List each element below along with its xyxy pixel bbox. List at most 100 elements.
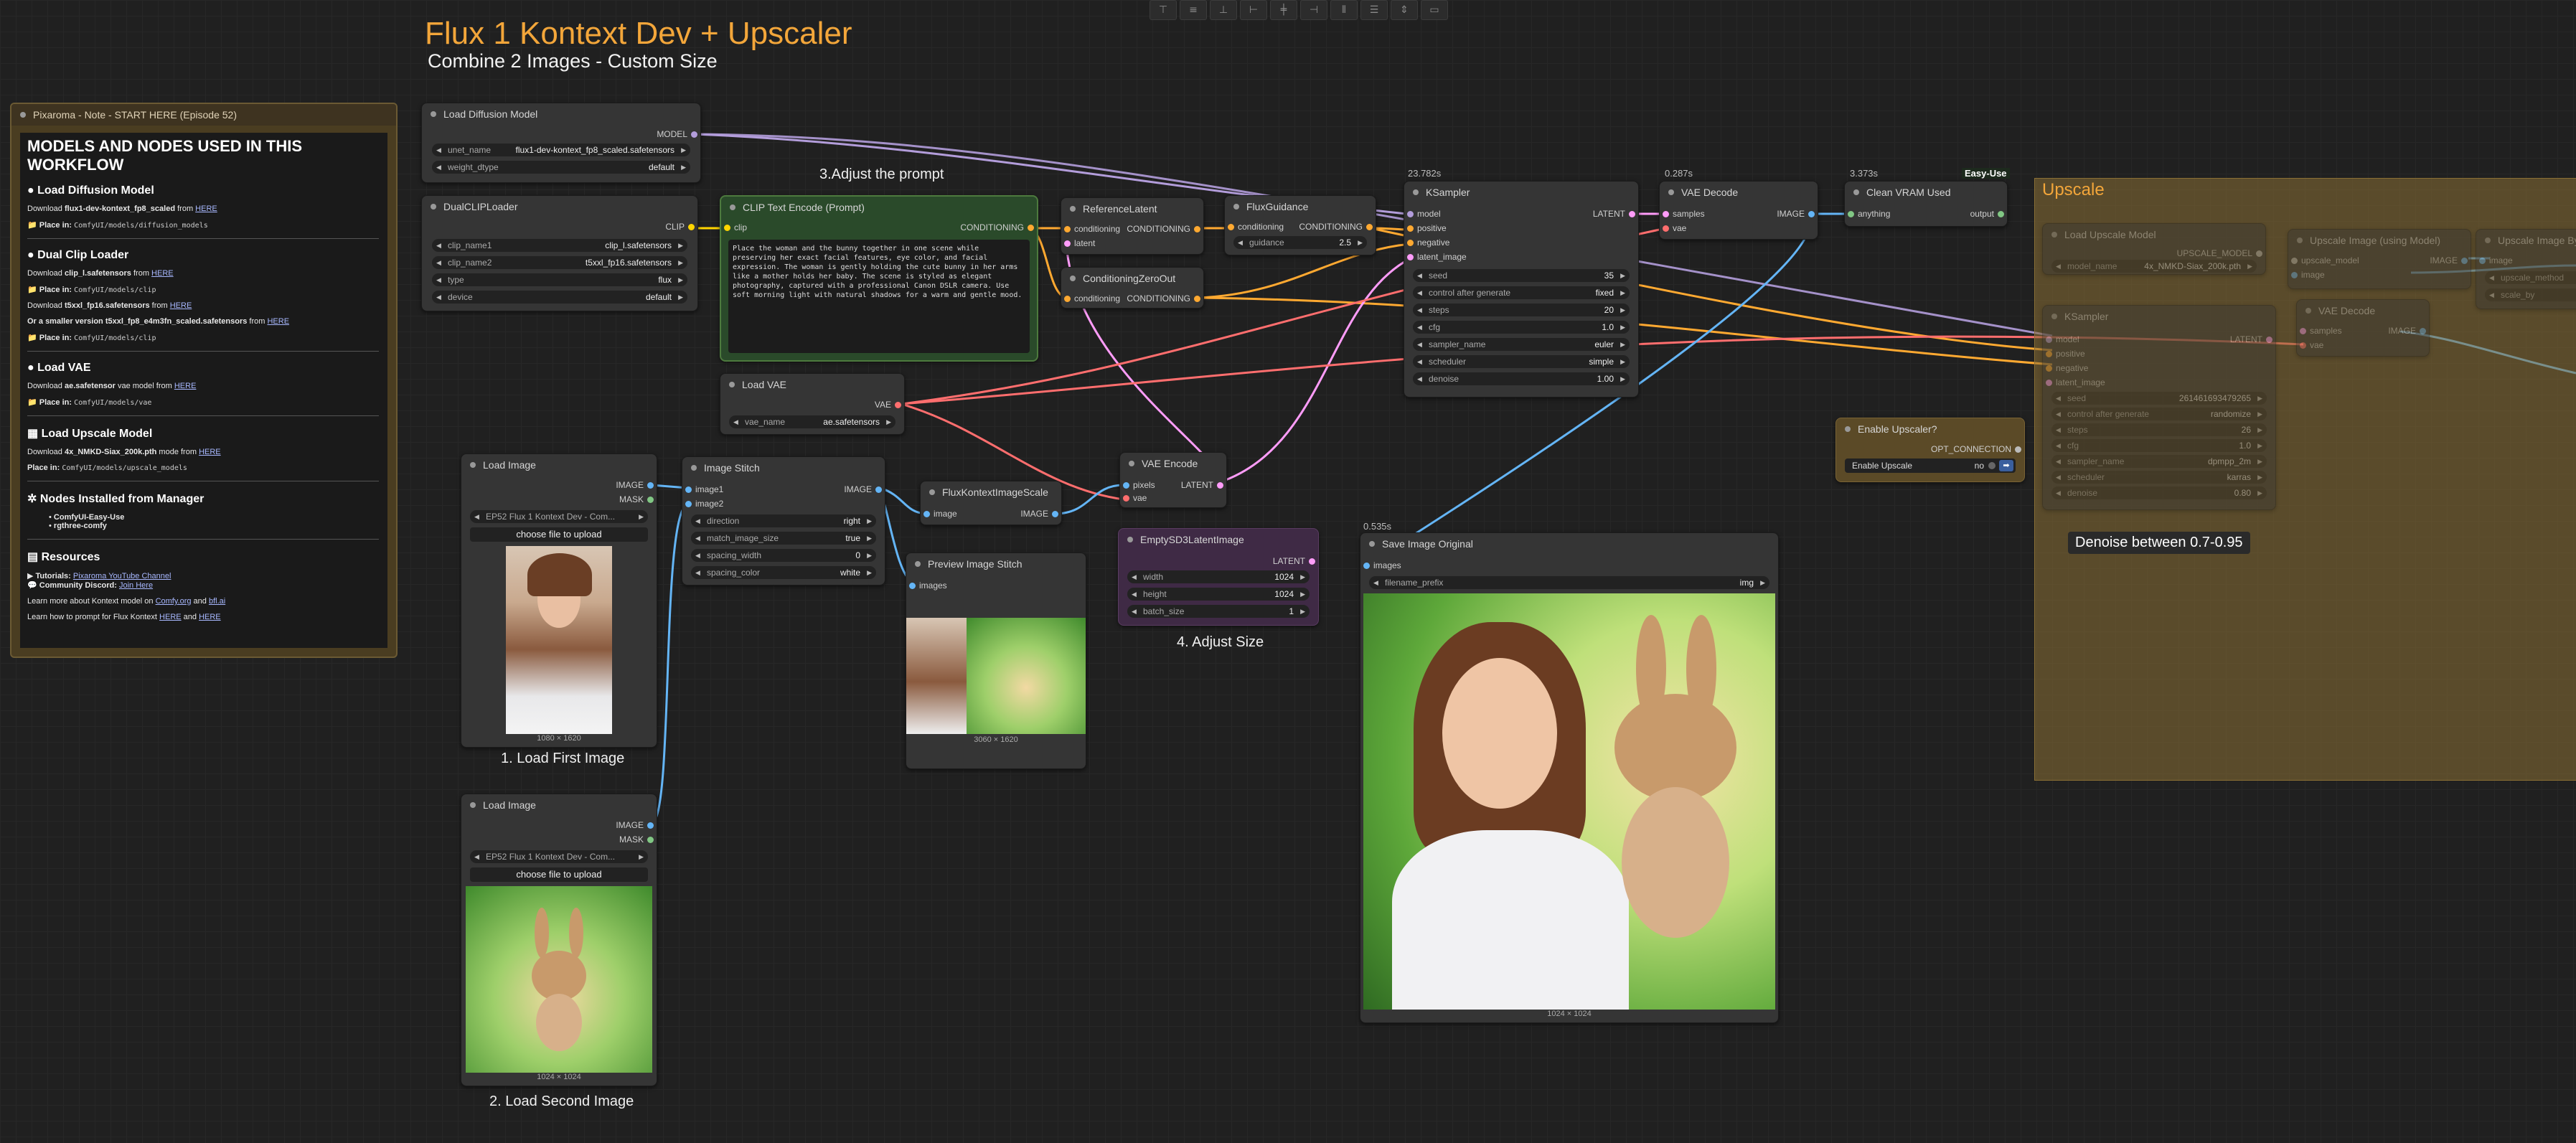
node-title[interactable]: Clean VRAM Used (1845, 182, 2007, 203)
align-bottom-icon[interactable]: ⊥ (1210, 0, 1237, 20)
node-title[interactable]: KSampler (1404, 182, 1638, 203)
more-icon[interactable]: ▭ (1421, 0, 1448, 20)
widget-batch-size[interactable]: batch_size1 (1127, 605, 1310, 618)
node-title[interactable]: Enable Upscaler? (1836, 418, 2024, 440)
widget-seed[interactable]: seed35 (1413, 269, 1630, 282)
input-samples[interactable]: samples (1660, 209, 1705, 219)
output-image[interactable]: IMAGE (616, 820, 657, 830)
widget-control-after-generate[interactable]: control after generaterandomize (2051, 408, 2267, 420)
node-load-image-1[interactable]: Load Image IMAGE MASK EP52 Flux 1 Kontex… (461, 453, 657, 748)
node-title[interactable]: Load Image (461, 454, 657, 476)
node-title[interactable]: VAE Encode (1120, 453, 1226, 474)
input-images[interactable]: images (906, 580, 947, 591)
node-clean-vram[interactable]: Clean VRAM Used anything output (1844, 181, 2008, 227)
widget-model-name[interactable]: model_name4x_NMKD-Siax_200k.pth (2051, 260, 2257, 273)
upload-button[interactable]: choose file to upload (470, 527, 648, 542)
input-anything[interactable]: anything (1845, 209, 1890, 219)
node-title[interactable]: Upscale Image (using Model) (2288, 230, 2471, 251)
input-image[interactable]: image (2288, 270, 2325, 280)
node-title[interactable]: CLIP Text Encode (Prompt) (721, 197, 1037, 218)
output-latent[interactable]: LATENT (2230, 334, 2275, 344)
output-conditioning[interactable]: CONDITIONING (1127, 293, 1203, 304)
widget-scheduler[interactable]: schedulerkarras (2051, 471, 2267, 484)
input-image2[interactable]: image2 (682, 499, 723, 509)
widget-scale-by[interactable]: scale_by (2485, 288, 2576, 301)
widget-guidance[interactable]: guidance2.5 (1233, 236, 1367, 249)
widget-cfg[interactable]: cfg1.0 (1413, 321, 1630, 334)
input-model[interactable]: model (1404, 209, 1441, 219)
upload-button[interactable]: choose file to upload (470, 867, 648, 882)
output-latent[interactable]: LATENT (1181, 480, 1226, 490)
output-image[interactable]: IMAGE (844, 484, 885, 494)
widget-unet-name[interactable]: unet_nameflux1-dev-kontext_fp8_scaled.sa… (432, 144, 690, 156)
input-samples[interactable]: samples (2297, 326, 2342, 336)
input-image[interactable]: image (2476, 255, 2513, 265)
output-clip[interactable]: CLIP (665, 222, 697, 232)
node-preview-image-stitch[interactable]: Preview Image Stitch images 3060 × 1620 (906, 552, 1086, 769)
node-save-image[interactable]: Save Image Original images filename_pref… (1360, 532, 1779, 1023)
node-load-upscale-model[interactable]: Load Upscale Model UPSCALE_MODEL model_n… (2042, 223, 2266, 275)
node-vae-decode-upscale[interactable]: VAE Decode samples IMAGE vae (2296, 299, 2430, 357)
input-conditioning[interactable]: conditioning (1061, 293, 1120, 304)
node-title[interactable]: ReferenceLatent (1061, 198, 1203, 220)
node-flux-guidance[interactable]: FluxGuidance conditioning CONDITIONING g… (1224, 195, 1376, 255)
align-right-icon[interactable]: ⊣ (1300, 0, 1327, 20)
node-clip-text-encode[interactable]: CLIP Text Encode (Prompt) clip CONDITION… (720, 195, 1038, 362)
node-title[interactable]: ConditioningZeroOut (1061, 268, 1203, 289)
node-title[interactable]: Preview Image Stitch (906, 553, 1086, 575)
node-title[interactable]: DualCLIPLoader (422, 196, 697, 217)
input-conditioning[interactable]: conditioning (1225, 222, 1284, 232)
widget-control-after-generate[interactable]: control after generatefixed (1413, 286, 1630, 299)
output-conditioning[interactable]: CONDITIONING (960, 222, 1037, 232)
node-title[interactable]: EmptySD3LatentImage (1119, 529, 1318, 550)
output-conditioning[interactable]: CONDITIONING (1127, 224, 1203, 234)
widget-weight-dtype[interactable]: weight_dtypedefault (432, 161, 690, 174)
enable-upscale-toggle[interactable]: Enable Upscale no ➡ (1845, 458, 2016, 473)
node-title[interactable]: VAE Decode (1660, 182, 1818, 203)
input-conditioning[interactable]: conditioning (1061, 224, 1120, 234)
node-upscale-image-model[interactable]: Upscale Image (using Model) upscale_mode… (2288, 229, 2471, 289)
input-clip[interactable]: clip (721, 222, 747, 232)
node-title[interactable]: Load Diffusion Model (422, 103, 700, 125)
workflow-canvas[interactable]: ⊤ ≡ ⊥ ⊢ ╪ ⊣ ⫴ ☰ ⇕ ▭ Flux 1 Kontext Dev +… (0, 0, 2576, 1143)
node-conditioning-zero-out[interactable]: ConditioningZeroOut conditioning CONDITI… (1061, 267, 1204, 309)
widget-width[interactable]: width1024 (1127, 570, 1310, 583)
distribute-h-icon[interactable]: ⫴ (1330, 0, 1358, 20)
input-positive[interactable]: positive (1404, 223, 1447, 233)
widget-clip-name2[interactable]: clip_name2t5xxl_fp16.safetensors (432, 256, 687, 269)
widget-cfg[interactable]: cfg1.0 (2051, 439, 2267, 452)
align-middle-icon[interactable]: ≡ (1180, 0, 1207, 20)
widget-direction[interactable]: directionright (691, 514, 876, 527)
note-title[interactable]: Pixaroma - Note - START HERE (Episode 52… (11, 104, 396, 126)
input-vae[interactable]: vae (1120, 493, 1147, 503)
input-vae[interactable]: vae (2297, 340, 2323, 350)
output-mask[interactable]: MASK (619, 834, 657, 845)
widget-device[interactable]: devicedefault (432, 291, 687, 304)
output-conditioning[interactable]: CONDITIONING (1299, 222, 1376, 232)
node-ksampler[interactable]: KSampler model LATENT positive negative … (1404, 181, 1639, 398)
output-mask[interactable]: MASK (619, 494, 657, 504)
widget-steps[interactable]: steps20 (1413, 304, 1630, 316)
input-image[interactable]: image (921, 509, 957, 519)
input-upscale-model[interactable]: upscale_model (2288, 255, 2359, 265)
prompt-textarea[interactable]: Place the woman and the bunny together i… (728, 240, 1030, 353)
node-title[interactable]: FluxKontextImageScale (921, 481, 1061, 503)
widget-sampler-name[interactable]: sampler_nameeuler (1413, 338, 1630, 351)
widget-height[interactable]: height1024 (1127, 588, 1310, 601)
node-ksampler-upscale[interactable]: KSampler model LATENT positive negative … (2042, 305, 2276, 510)
node-load-vae[interactable]: Load VAE VAE vae_nameae.safetensors (720, 373, 905, 435)
input-negative[interactable]: negative (1404, 237, 1449, 248)
align-top-icon[interactable]: ⊤ (1150, 0, 1177, 20)
widget-steps[interactable]: steps26 (2051, 423, 2267, 436)
node-dual-clip-loader[interactable]: DualCLIPLoader CLIP clip_name1clip_l.saf… (421, 195, 698, 311)
node-reference-latent[interactable]: ReferenceLatent conditioning CONDITIONIN… (1061, 197, 1204, 255)
group-title[interactable]: Upscale (2042, 180, 2105, 200)
node-title[interactable]: KSampler (2043, 306, 2275, 327)
input-latent-image[interactable]: latent_image (2043, 377, 2105, 387)
input-latent-image[interactable]: latent_image (1404, 252, 1467, 262)
output-image[interactable]: IMAGE (2388, 326, 2429, 336)
output-output[interactable]: output (1970, 209, 2007, 219)
widget-type[interactable]: typeflux (432, 273, 687, 286)
widget-image-file[interactable]: EP52 Flux 1 Kontext Dev - Com... (470, 850, 648, 863)
distribute-v-icon[interactable]: ☰ (1360, 0, 1388, 20)
